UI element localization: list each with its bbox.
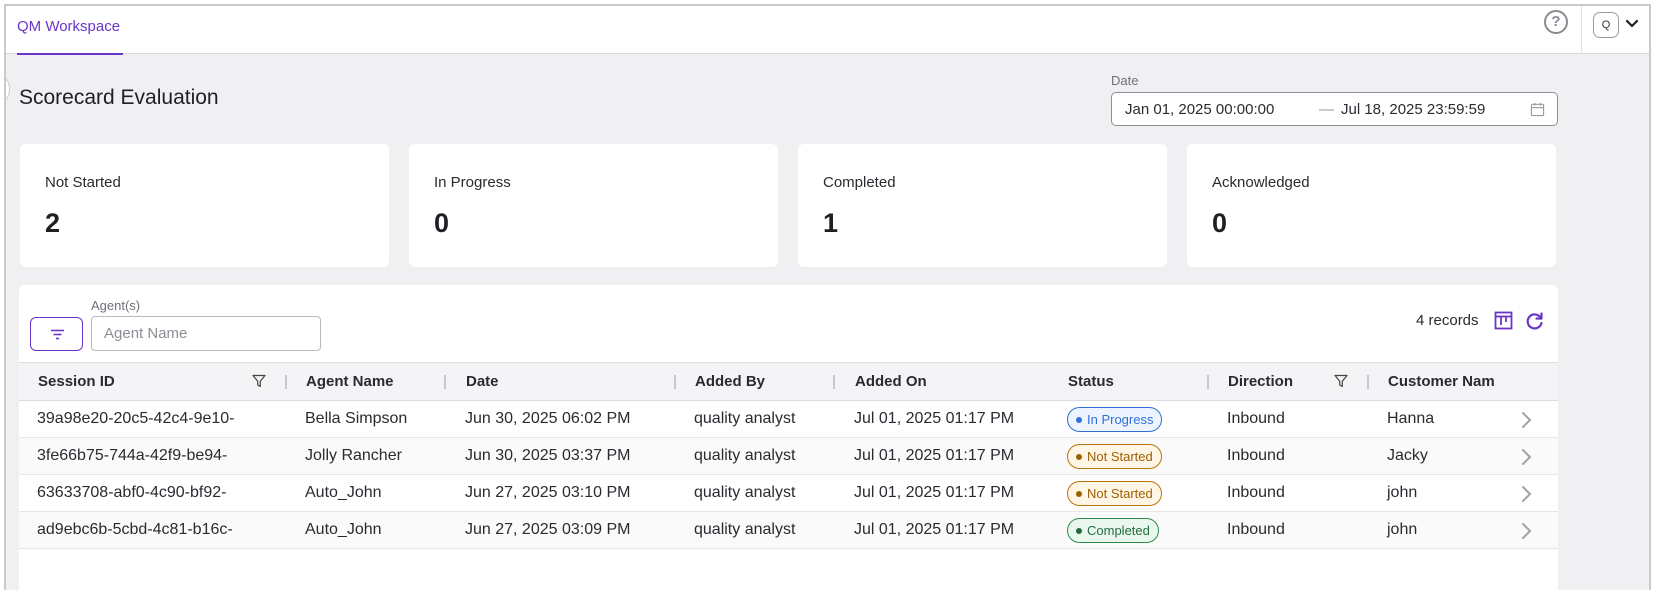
filter-button[interactable] bbox=[30, 317, 83, 351]
cell-added-on: Jul 01, 2025 01:17 PM bbox=[854, 410, 1015, 427]
refresh-icon[interactable] bbox=[1524, 311, 1545, 332]
divider bbox=[1581, 6, 1582, 54]
cell-date: Jun 30, 2025 03:37 PM bbox=[465, 447, 631, 464]
stat-card-not-started[interactable]: Not Started 2 bbox=[20, 144, 389, 267]
app-frame: QM Workspace ? Q Scorecard Evaluation Da… bbox=[4, 4, 1651, 590]
cell-customer-name: Jacky bbox=[1387, 447, 1428, 464]
table-row[interactable]: ad9ebc6b-5cbd-4c81-b16c- Auto_John Jun 2… bbox=[19, 512, 1558, 549]
page-title: Scorecard Evaluation bbox=[19, 86, 219, 109]
date-to[interactable]: Jul 18, 2025 23:59:59 bbox=[1341, 101, 1485, 118]
stat-card-completed[interactable]: Completed 1 bbox=[798, 144, 1167, 267]
columns-icon[interactable] bbox=[1494, 311, 1513, 330]
cell-customer-name: Hanna bbox=[1387, 410, 1435, 427]
cell-agent-name: Auto_John bbox=[305, 484, 382, 501]
cell-direction: Inbound bbox=[1227, 447, 1285, 464]
cell-date: Jun 27, 2025 03:10 PM bbox=[465, 484, 631, 501]
date-label: Date bbox=[1111, 73, 1139, 88]
column-divider[interactable] bbox=[833, 375, 835, 389]
column-header-status[interactable]: Status bbox=[1068, 373, 1114, 390]
cell-added-by: quality analyst bbox=[694, 484, 796, 501]
cell-agent-name: Jolly Rancher bbox=[305, 447, 402, 464]
stat-card-in-progress[interactable]: In Progress 0 bbox=[409, 144, 778, 267]
stat-value: 1 bbox=[823, 208, 839, 238]
chevron-down-icon[interactable] bbox=[1624, 16, 1640, 32]
status-badge: Not Started bbox=[1067, 444, 1162, 469]
cell-customer-name: john bbox=[1387, 521, 1418, 538]
status-badge: Completed bbox=[1067, 518, 1159, 543]
table-row[interactable]: 63633708-abf0-4c90-bf92- Auto_John Jun 2… bbox=[19, 475, 1558, 512]
column-header-added-on[interactable]: Added On bbox=[855, 373, 927, 390]
cell-session-id: 3fe66b75-744a-42f9-be94- bbox=[37, 447, 228, 464]
chevron-right-icon[interactable] bbox=[1519, 411, 1533, 429]
help-circle-icon[interactable]: ? bbox=[1544, 10, 1568, 34]
calendar-icon[interactable] bbox=[1530, 102, 1545, 117]
column-divider[interactable] bbox=[1367, 375, 1369, 389]
column-header-session-id[interactable]: Session ID bbox=[38, 373, 115, 390]
table-header: Session ID Agent Name Date Added By Adde… bbox=[19, 362, 1558, 401]
column-divider[interactable] bbox=[285, 375, 287, 389]
column-divider[interactable] bbox=[674, 375, 676, 389]
chevron-right-icon[interactable] bbox=[1519, 448, 1533, 466]
filter-lines-icon bbox=[51, 329, 64, 340]
table-row[interactable]: 39a98e20-20c5-42c4-9e10- Bella Simpson J… bbox=[19, 401, 1558, 438]
status-badge: In Progress bbox=[1067, 407, 1163, 432]
cell-agent-name: Auto_John bbox=[305, 521, 382, 538]
cell-date: Jun 27, 2025 03:09 PM bbox=[465, 521, 631, 538]
cell-customer-name: john bbox=[1387, 484, 1418, 501]
stat-value: 0 bbox=[434, 208, 450, 238]
cell-direction: Inbound bbox=[1227, 410, 1285, 427]
funnel-icon[interactable] bbox=[1334, 374, 1348, 388]
column-header-customer-name[interactable]: Customer Nam bbox=[1388, 373, 1495, 390]
stat-card-acknowledged[interactable]: Acknowledged 0 bbox=[1187, 144, 1556, 267]
date-range-picker[interactable]: Jan 01, 2025 00:00:00 — Jul 18, 2025 23:… bbox=[1111, 92, 1558, 126]
stat-label: Not Started bbox=[45, 174, 121, 191]
column-header-direction[interactable]: Direction bbox=[1228, 373, 1293, 390]
tab-qm-workspace[interactable]: QM Workspace bbox=[17, 6, 124, 55]
status-badge: Not Started bbox=[1067, 481, 1162, 506]
date-separator: — bbox=[1319, 101, 1334, 118]
cell-added-on: Jul 01, 2025 01:17 PM bbox=[854, 447, 1015, 464]
cell-added-by: quality analyst bbox=[694, 521, 796, 538]
top-bar: QM Workspace ? Q bbox=[6, 6, 1649, 55]
cell-added-by: quality analyst bbox=[694, 410, 796, 427]
agent-search-input[interactable] bbox=[91, 316, 321, 351]
date-from[interactable]: Jan 01, 2025 00:00:00 bbox=[1125, 101, 1274, 118]
cell-direction: Inbound bbox=[1227, 484, 1285, 501]
funnel-icon[interactable] bbox=[252, 374, 266, 388]
cell-added-by: quality analyst bbox=[694, 447, 796, 464]
cell-agent-name: Bella Simpson bbox=[305, 410, 408, 427]
column-divider[interactable] bbox=[1207, 375, 1209, 389]
sidebar-collapse-handle[interactable] bbox=[6, 74, 10, 104]
column-header-date[interactable]: Date bbox=[466, 373, 499, 390]
agent-label: Agent(s) bbox=[91, 298, 141, 313]
stat-value: 0 bbox=[1212, 208, 1228, 238]
cell-session-id: ad9ebc6b-5cbd-4c81-b16c- bbox=[37, 521, 233, 538]
chevron-right-icon[interactable] bbox=[1519, 485, 1533, 503]
stat-label: Completed bbox=[823, 174, 896, 191]
cell-direction: Inbound bbox=[1227, 521, 1285, 538]
column-divider[interactable] bbox=[444, 375, 446, 389]
evaluations-panel: Agent(s) 4 records Session ID Agent Name… bbox=[19, 285, 1558, 590]
stat-label: In Progress bbox=[434, 174, 511, 191]
cell-session-id: 63633708-abf0-4c90-bf92- bbox=[37, 484, 227, 501]
table-row[interactable]: 3fe66b75-744a-42f9-be94- Jolly Rancher J… bbox=[19, 438, 1558, 475]
records-count: 4 records bbox=[1416, 312, 1479, 329]
cell-date: Jun 30, 2025 06:02 PM bbox=[465, 410, 631, 427]
chevron-right-icon[interactable] bbox=[1519, 522, 1533, 540]
cell-added-on: Jul 01, 2025 01:17 PM bbox=[854, 484, 1015, 501]
cell-added-on: Jul 01, 2025 01:17 PM bbox=[854, 521, 1015, 538]
column-header-agent-name[interactable]: Agent Name bbox=[306, 373, 394, 390]
column-header-added-by[interactable]: Added By bbox=[695, 373, 765, 390]
stat-value: 2 bbox=[45, 208, 61, 238]
stat-label: Acknowledged bbox=[1212, 174, 1310, 191]
avatar[interactable]: Q bbox=[1593, 12, 1619, 38]
cell-session-id: 39a98e20-20c5-42c4-9e10- bbox=[37, 410, 235, 427]
